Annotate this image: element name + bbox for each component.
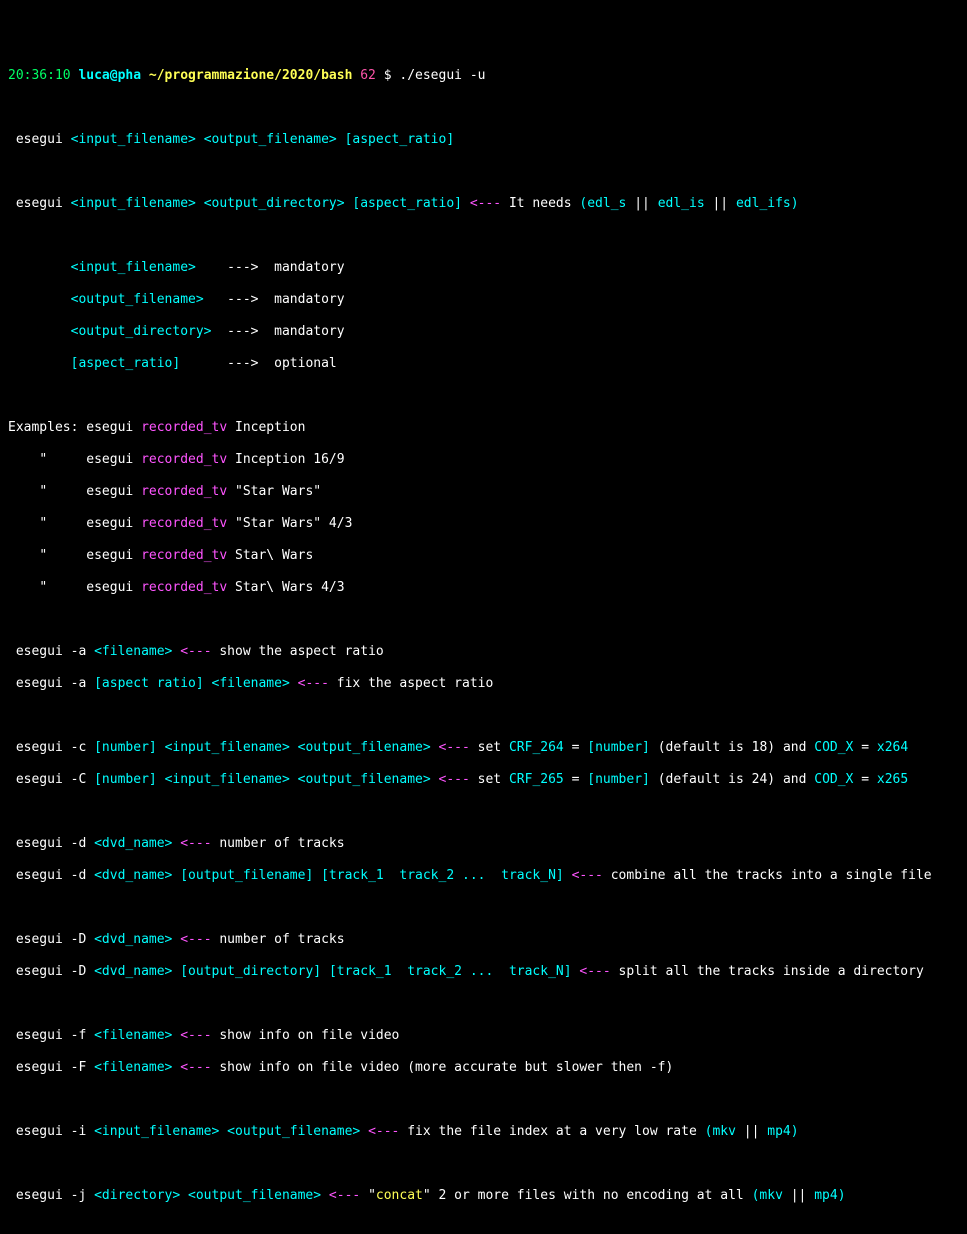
opt-j: esegui -j <directory> <output_filename> … [8,1188,959,1204]
user-host: luca@pha [78,68,141,83]
prompt-symbol: $ [384,68,392,83]
arg-output-filename: <output_filename> ---> mandatory [8,292,959,308]
opt-a-fix: esegui -a [aspect ratio] <filename> <---… [8,676,959,692]
arg-input-filename: <input_filename> ---> mandatory [8,260,959,276]
example-5: " esegui recorded_tv Star\ Wars [8,548,959,564]
opt-f: esegui -f <filename> <--- show info on f… [8,1028,959,1044]
example-4: " esegui recorded_tv "Star Wars" 4/3 [8,516,959,532]
time: 20:36:10 [8,68,71,83]
opt-a-show: esegui -a <filename> <--- show the aspec… [8,644,959,660]
opt-d-combine: esegui -d <dvd_name> [output_filename] [… [8,868,959,884]
opt-D-count: esegui -D <dvd_name> <--- number of trac… [8,932,959,948]
example-6: " esegui recorded_tv Star\ Wars 4/3 [8,580,959,596]
opt-F: esegui -F <filename> <--- show info on f… [8,1060,959,1076]
history-num: 62 [360,68,376,83]
example-2: " esegui recorded_tv Inception 16/9 [8,452,959,468]
opt-C: esegui -C [number] <input_filename> <out… [8,772,959,788]
arg-aspect-ratio: [aspect_ratio] ---> optional [8,356,959,372]
usage-1: esegui <input_filename> <output_filename… [8,132,959,148]
usage-2: esegui <input_filename> <output_director… [8,196,959,212]
opt-D-split: esegui -D <dvd_name> [output_directory] … [8,964,959,980]
cwd-path: ~/programmazione/2020/bash [149,68,353,83]
typed-command[interactable]: ./esegui -u [399,68,485,83]
opt-i: esegui -i <input_filename> <output_filen… [8,1124,959,1140]
arg-output-directory: <output_directory> ---> mandatory [8,324,959,340]
prompt-line: 20:36:10 luca@pha ~/programmazione/2020/… [8,68,959,84]
example-1: Examples: esegui recorded_tv Inception [8,420,959,436]
opt-d-count: esegui -d <dvd_name> <--- number of trac… [8,836,959,852]
example-3: " esegui recorded_tv "Star Wars" [8,484,959,500]
opt-c: esegui -c [number] <input_filename> <out… [8,740,959,756]
